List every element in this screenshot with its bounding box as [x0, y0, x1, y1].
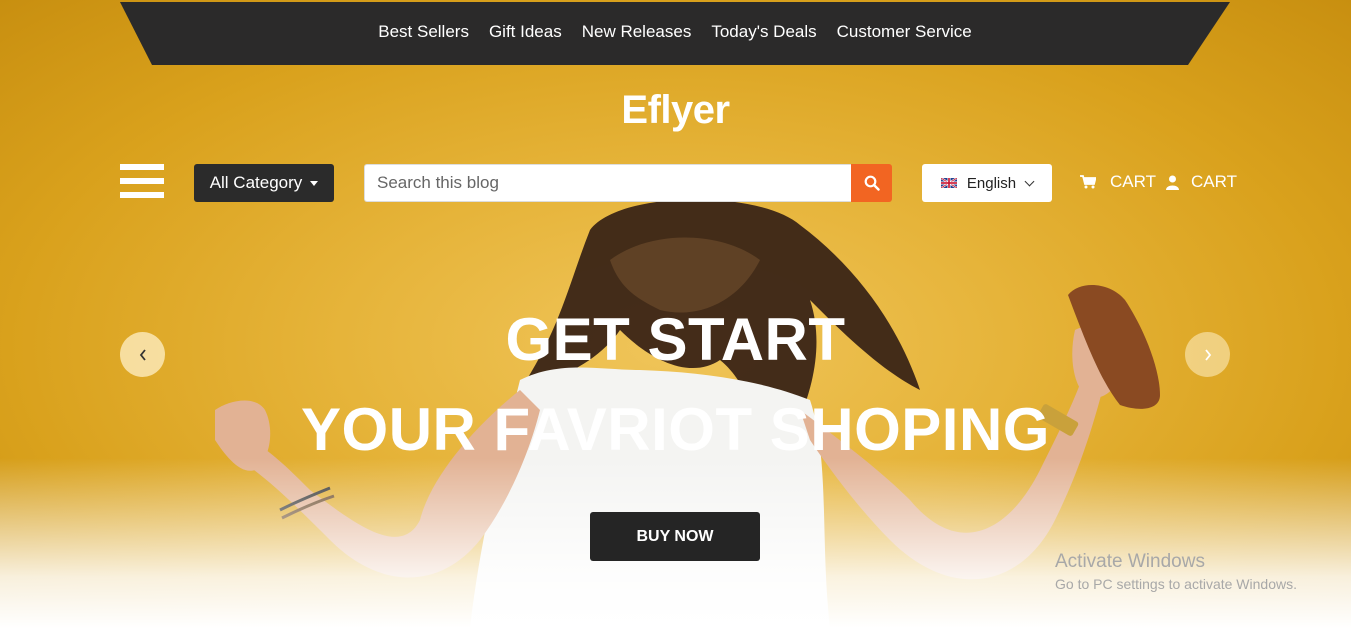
- language-label: English: [966, 174, 1017, 192]
- carousel-prev-button[interactable]: [120, 332, 165, 377]
- chevron-right-icon: [1204, 348, 1211, 361]
- category-dropdown[interactable]: All Category: [194, 164, 334, 202]
- carousel-next-button[interactable]: [1185, 332, 1230, 377]
- nav-link-todays-deals[interactable]: Today's Deals: [711, 22, 816, 42]
- cart-icon: [1080, 175, 1096, 189]
- category-dropdown-label: All Category: [209, 173, 303, 192]
- language-selector[interactable]: English: [922, 164, 1052, 202]
- nav-link-best-sellers[interactable]: Best Sellers: [378, 22, 469, 42]
- account-cart-label: CART: [1190, 172, 1237, 191]
- search-bar: [364, 164, 892, 202]
- cart-label: CART: [1110, 172, 1156, 191]
- uk-flag-icon: [940, 178, 957, 188]
- search-icon: [864, 175, 880, 191]
- nav-link-gift-ideas[interactable]: Gift Ideas: [489, 22, 562, 42]
- nav-link-customer-service[interactable]: Customer Service: [837, 22, 972, 42]
- nav-link-new-releases[interactable]: New Releases: [582, 22, 692, 42]
- cart-link[interactable]: CART: [1080, 172, 1156, 192]
- caret-down-icon: [310, 180, 319, 186]
- search-button[interactable]: [851, 164, 892, 202]
- cart-area: CART CART: [1080, 170, 1237, 194]
- watermark-title: Activate Windows: [1055, 551, 1205, 572]
- chevron-down-icon: [1024, 176, 1035, 186]
- menu-icon[interactable]: [120, 164, 164, 202]
- site-logo[interactable]: Eflyer: [0, 88, 1351, 133]
- hero-headline-1: GET START: [505, 306, 846, 373]
- windows-activation-watermark: Activate Windows Go to PC settings to ac…: [1055, 551, 1297, 592]
- account-cart-link[interactable]: CART: [1165, 172, 1237, 192]
- hero-headline-2: YOUR FAVRIOT SHOPING: [301, 396, 1050, 463]
- chevron-left-icon: [139, 348, 146, 361]
- user-icon: [1165, 175, 1179, 190]
- watermark-subtitle: Go to PC settings to activate Windows.: [1055, 576, 1297, 592]
- top-navigation: Best Sellers Gift Ideas New Releases Tod…: [120, 2, 1230, 65]
- search-input[interactable]: [364, 164, 851, 202]
- buy-now-button[interactable]: BUY NOW: [590, 512, 760, 561]
